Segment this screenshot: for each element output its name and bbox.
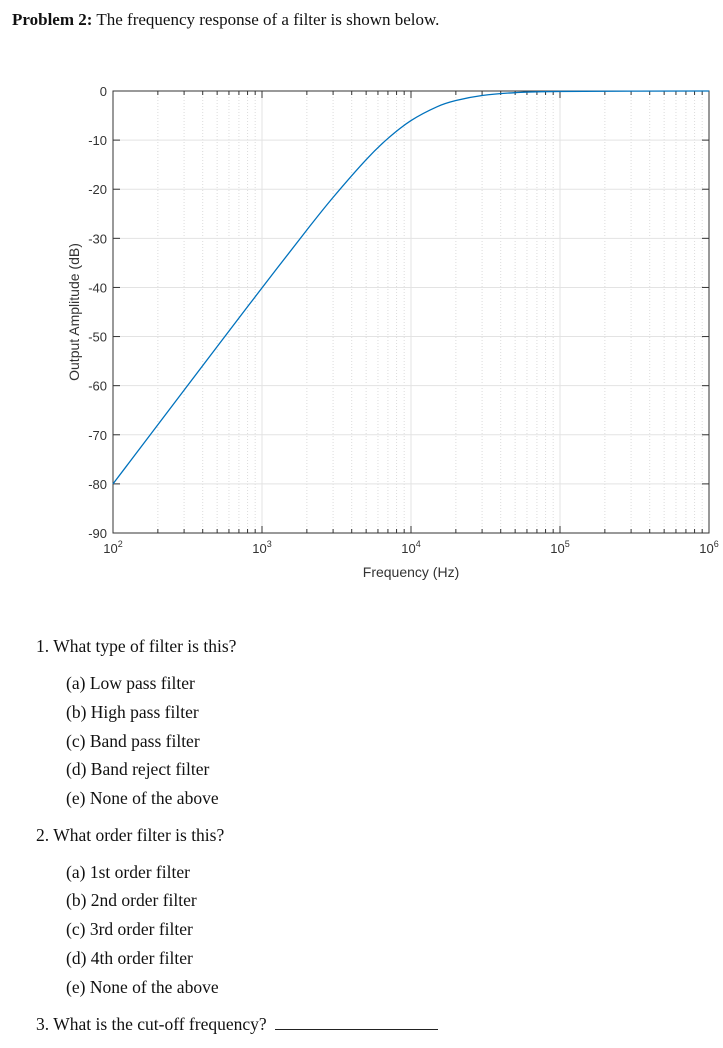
option-letter: (b) bbox=[66, 890, 87, 910]
question-text: What type of filter is this? bbox=[53, 636, 237, 656]
option-letter: (e) bbox=[66, 977, 86, 997]
option-text: Low pass filter bbox=[89, 673, 195, 693]
y-tick-label: 0 bbox=[100, 84, 107, 99]
x-tick-label: 102 bbox=[103, 539, 122, 556]
question-text: What is the cut-off frequency? bbox=[53, 1014, 267, 1034]
answer-blank[interactable] bbox=[274, 1029, 438, 1030]
option-text: Band pass filter bbox=[89, 731, 200, 751]
x-tick-label: 106 bbox=[699, 539, 718, 556]
option-text: Band reject filter bbox=[90, 759, 210, 779]
frequency-response-chart: 102 103 104 105 106 0 -10 -20 -30 -40 -50 -60 -70 -80… bbox=[66, 84, 719, 580]
option-letter: (c) bbox=[66, 919, 86, 939]
question-number: 3. bbox=[36, 1014, 50, 1034]
option-letter: (a) bbox=[66, 673, 86, 693]
option-2-e[interactable]: (e) None of the above bbox=[66, 977, 219, 998]
question-text: What order filter is this? bbox=[53, 825, 225, 845]
option-2-a[interactable]: (a) 1st order filter bbox=[66, 862, 190, 883]
option-1-a[interactable]: (a) Low pass filter bbox=[66, 673, 195, 694]
option-letter: (d) bbox=[66, 759, 87, 779]
option-2-b[interactable]: (b) 2nd order filter bbox=[66, 890, 197, 911]
option-letter: (e) bbox=[66, 788, 86, 808]
option-letter: (a) bbox=[66, 862, 86, 882]
y-tick-label: -80 bbox=[88, 477, 107, 492]
option-text: None of the above bbox=[89, 977, 219, 997]
question-number: 1. bbox=[36, 636, 50, 656]
y-tick-label: -60 bbox=[88, 379, 107, 394]
x-tick-label: 105 bbox=[550, 539, 569, 556]
option-1-d[interactable]: (d) Band reject filter bbox=[66, 759, 209, 780]
option-2-c[interactable]: (c) 3rd order filter bbox=[66, 919, 193, 940]
question-3: 3. What is the cut-off frequency? bbox=[36, 1014, 438, 1035]
option-text: 4th order filter bbox=[90, 948, 193, 968]
question-2: 2. What order filter is this? bbox=[36, 825, 224, 846]
option-text: None of the above bbox=[89, 788, 219, 808]
option-letter: (b) bbox=[66, 702, 87, 722]
x-axis-label: Frequency (Hz) bbox=[363, 564, 459, 580]
option-1-c[interactable]: (c) Band pass filter bbox=[66, 731, 200, 752]
x-tick-label: 103 bbox=[252, 539, 271, 556]
x-tick-label: 104 bbox=[401, 539, 420, 556]
option-text: 2nd order filter bbox=[90, 890, 197, 910]
option-1-e[interactable]: (e) None of the above bbox=[66, 788, 219, 809]
option-text: 3rd order filter bbox=[89, 919, 193, 939]
option-text: High pass filter bbox=[90, 702, 199, 722]
question-1: 1. What type of filter is this? bbox=[36, 636, 236, 657]
option-letter: (c) bbox=[66, 731, 86, 751]
option-2-d[interactable]: (d) 4th order filter bbox=[66, 948, 193, 969]
y-tick-label: -90 bbox=[88, 526, 107, 541]
option-1-b[interactable]: (b) High pass filter bbox=[66, 702, 199, 723]
y-axis-label: Output Amplitude (dB) bbox=[66, 243, 82, 381]
y-tick-label: -40 bbox=[88, 280, 107, 295]
option-text: 1st order filter bbox=[89, 862, 190, 882]
y-tick-label: -10 bbox=[88, 133, 107, 148]
y-tick-label: -50 bbox=[88, 330, 107, 345]
y-tick-label: -70 bbox=[88, 428, 107, 443]
question-number: 2. bbox=[36, 825, 50, 845]
y-tick-label: -30 bbox=[88, 231, 107, 246]
y-tick-label: -20 bbox=[88, 182, 107, 197]
option-letter: (d) bbox=[66, 948, 87, 968]
